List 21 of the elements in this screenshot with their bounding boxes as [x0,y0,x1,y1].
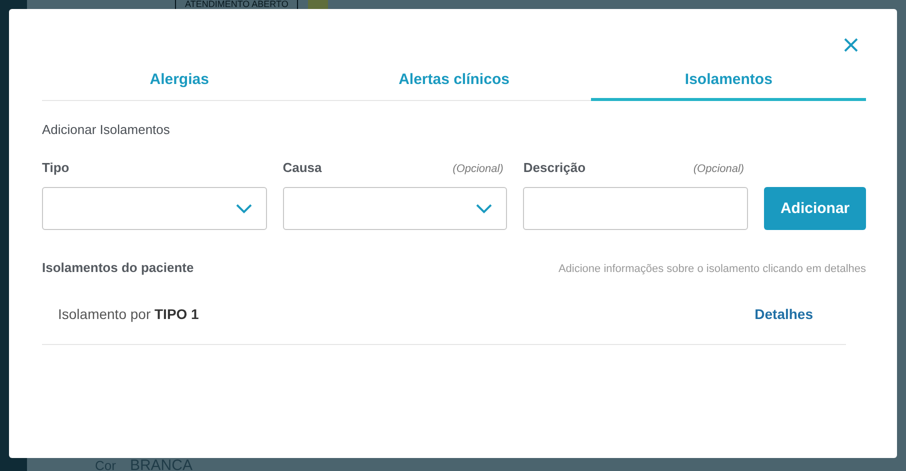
field-label: Causa [282,160,322,175]
isolation-entry: Isolamento por TIPO 1 [58,306,199,322]
list-title: Isolamentos do paciente [42,260,194,275]
tab[interactable]: Isolamentos [591,60,866,101]
list-hint: Adicione informações sobre o isolamento clicando em detalhes [558,263,866,275]
status-tag [308,0,328,9]
field-label: Tipo [42,160,70,175]
details-link[interactable]: Detalhes [754,306,813,322]
optional-hint: (Opcional) [693,163,744,175]
chevron-down-icon [476,204,492,214]
optional-hint: (Opcional) [452,163,504,175]
select-field[interactable] [282,187,508,230]
tab[interactable]: Alertas clínicos [316,60,592,101]
tab[interactable]: Alergias [42,60,317,101]
close-icon [844,38,858,52]
select-field[interactable] [42,187,267,230]
field-label: Descrição [523,160,586,175]
input-field[interactable] [523,187,748,230]
chevron-down-icon [236,204,252,214]
add-button[interactable]: Adicionar [764,187,866,230]
section-title: Adicionar Isolamentos [42,122,171,137]
